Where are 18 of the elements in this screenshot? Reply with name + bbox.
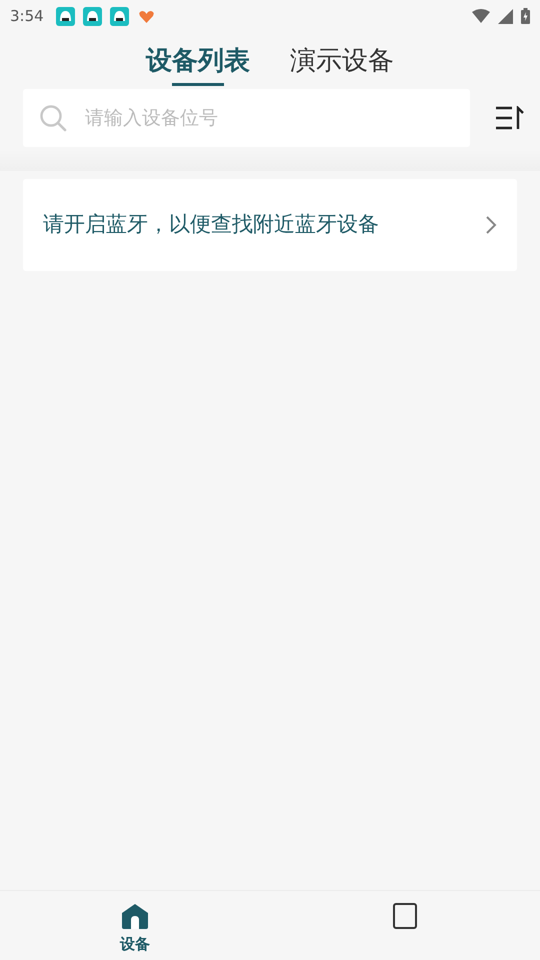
sort-icon <box>495 106 525 130</box>
battery-icon <box>521 8 530 24</box>
app-icon <box>82 6 102 26</box>
nav-item[interactable]: 设备 <box>0 891 270 960</box>
notice-text: 请开启蓝牙，以便查找附近蓝牙设备 <box>43 211 379 238</box>
app-icon <box>56 6 75 26</box>
document-icon <box>393 903 417 929</box>
search-field[interactable]: 请输入设备位号 <box>23 89 470 147</box>
tab[interactable]: 设备列表 <box>146 42 250 86</box>
home-icon <box>121 903 149 929</box>
wifi-icon <box>472 9 490 23</box>
status-time: 3:54 <box>10 6 44 27</box>
chevron-right-icon <box>485 215 497 235</box>
bluetooth-notice[interactable]: 请开启蓝牙，以便查找附近蓝牙设备 <box>23 179 517 271</box>
tab[interactable]: 演示设备 <box>290 42 394 86</box>
signal-icon <box>498 8 513 24</box>
search-icon <box>39 104 67 132</box>
app-icon <box>110 6 129 26</box>
